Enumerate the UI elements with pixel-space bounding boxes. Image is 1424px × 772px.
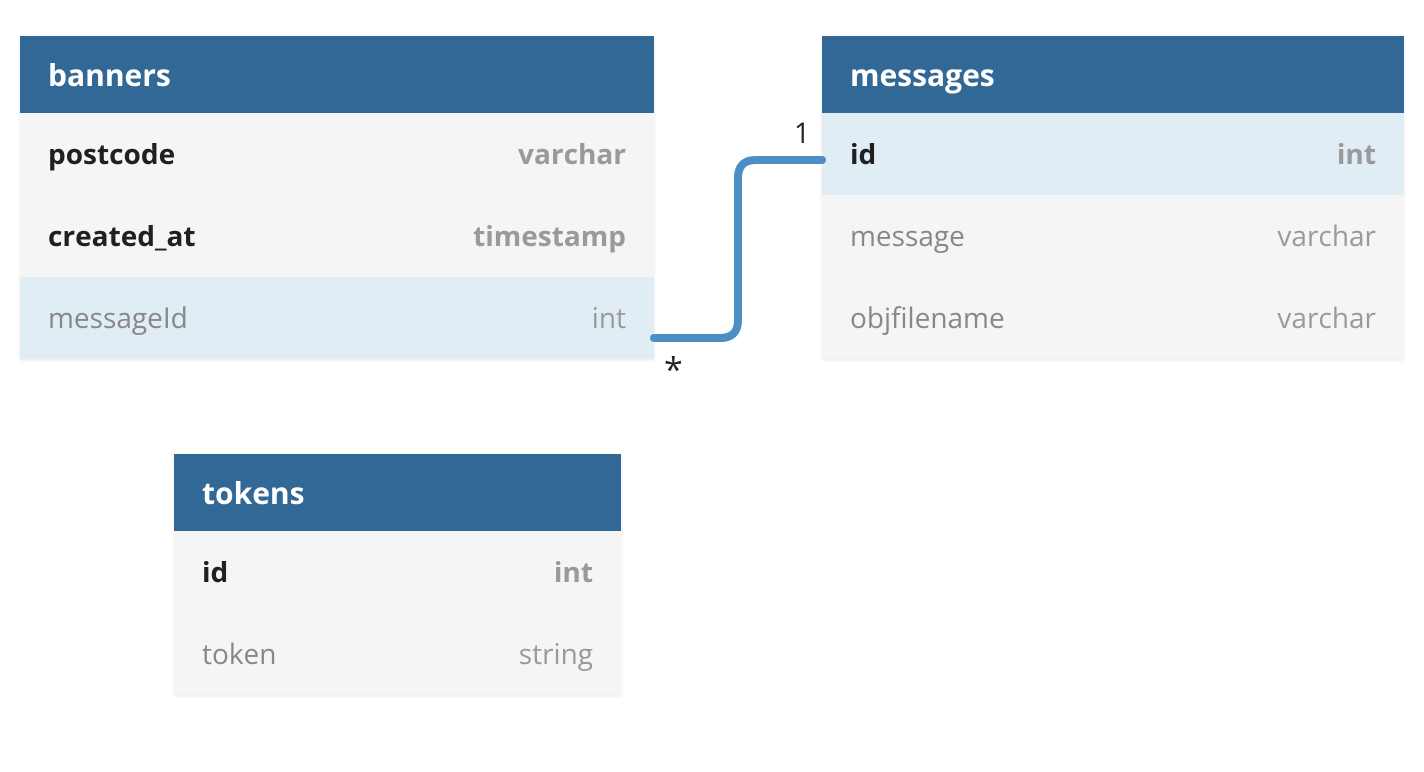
column-type: int [554,553,593,591]
column-name: postcode [48,135,175,173]
column-type: varchar [1277,299,1376,337]
table-header-tokens: tokens [174,454,621,531]
table-row[interactable]: objfilename varchar [822,277,1404,359]
table-header-messages: messages [822,36,1404,113]
column-name: objfilename [850,299,1005,337]
column-name: id [202,553,228,591]
column-type: varchar [1277,217,1376,255]
table-row[interactable]: created_at timestamp [20,195,654,277]
cardinality-one: 1 [794,114,810,152]
column-name: created_at [48,217,196,255]
column-type: int [1337,135,1376,173]
table-row[interactable]: message varchar [822,195,1404,277]
cardinality-many: * [664,346,683,392]
table-row[interactable]: token string [174,613,621,695]
column-type: string [519,635,593,673]
table-row[interactable]: id int [174,531,621,613]
column-name: token [202,635,276,673]
table-row[interactable]: postcode varchar [20,113,654,195]
column-name: id [850,135,876,173]
table-header-banners: banners [20,36,654,113]
table-row[interactable]: messageId int [20,277,654,359]
column-type: varchar [518,135,626,173]
table-tokens[interactable]: tokens id int token string [174,454,621,695]
column-type: timestamp [473,217,626,255]
column-type: int [592,299,626,337]
table-row[interactable]: id int [822,113,1404,195]
column-name: message [850,217,965,255]
table-messages[interactable]: messages id int message varchar objfilen… [822,36,1404,359]
table-banners[interactable]: banners postcode varchar created_at time… [20,36,654,359]
column-name: messageId [48,299,188,337]
